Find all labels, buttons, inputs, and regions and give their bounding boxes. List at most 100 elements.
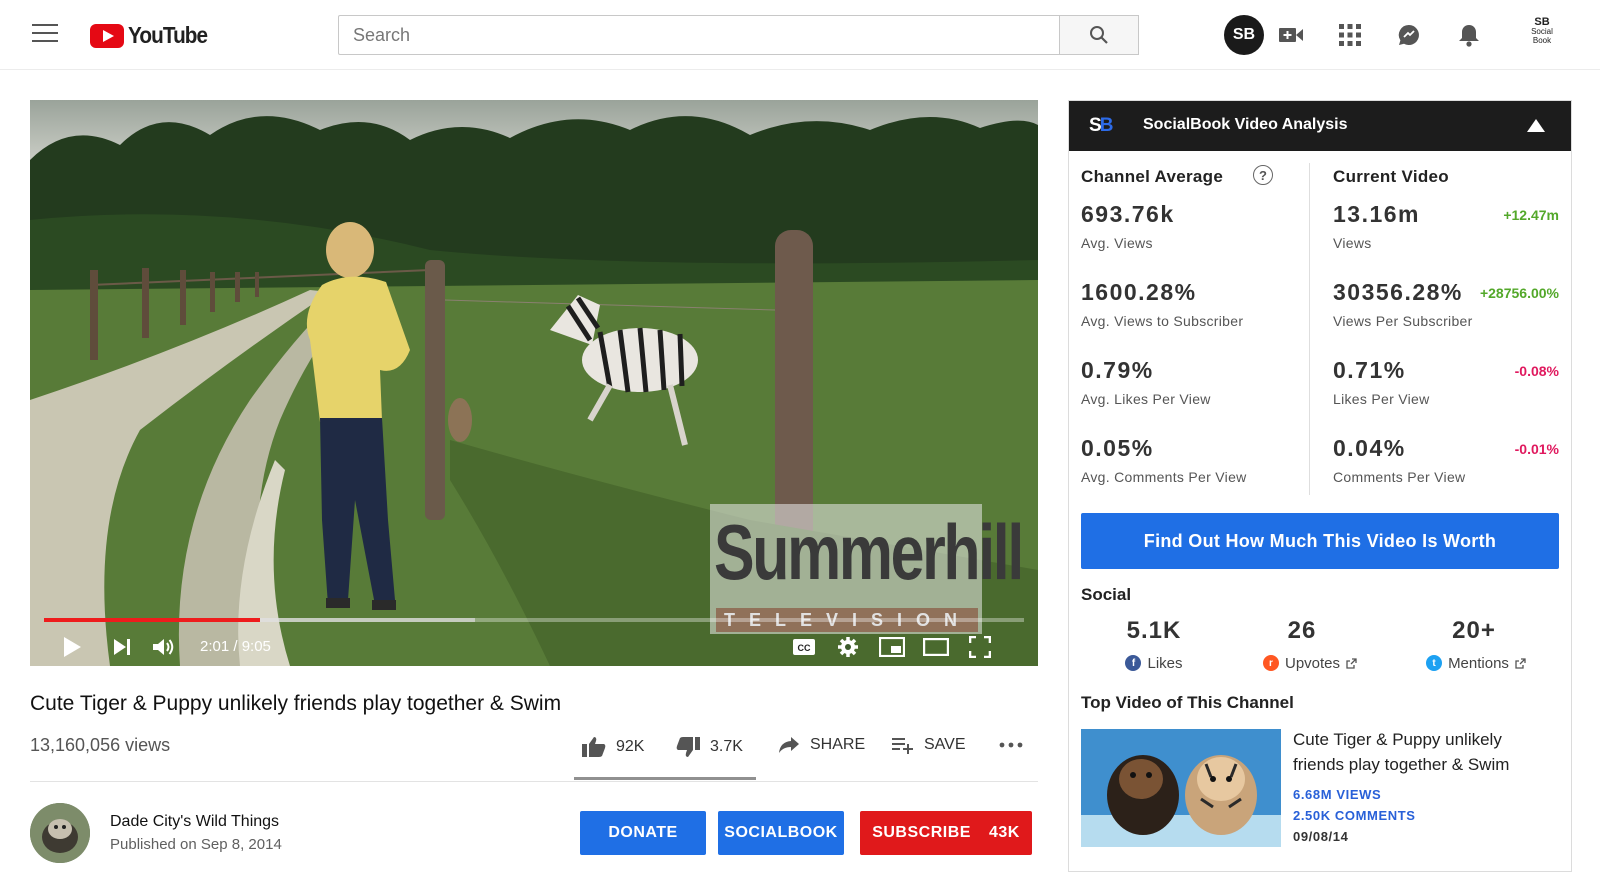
reddit-upvotes-link[interactable]: r Upvotes	[1235, 653, 1385, 673]
youtube-logo[interactable]: YouTube	[90, 22, 216, 49]
view-count: 13,160,056 views	[30, 735, 171, 755]
channel-average-heading: Channel Average	[1081, 167, 1224, 186]
notifications-bell-icon[interactable]	[1456, 22, 1482, 48]
search-button[interactable]	[1059, 15, 1139, 55]
youtube-play-icon	[90, 23, 124, 48]
volume-icon[interactable]	[150, 634, 178, 660]
socialbook-account-badge[interactable]: SB Social Book	[1520, 16, 1564, 54]
video-watermark: Summerhill TELEVISION	[710, 504, 1024, 634]
collapse-triangle-icon[interactable]	[1527, 119, 1545, 132]
apps-grid-icon[interactable]	[1337, 22, 1363, 48]
external-link-icon	[1346, 657, 1357, 669]
channel-stat-label: Avg. Comments Per View	[1081, 469, 1247, 485]
thumbs-up-icon	[582, 737, 606, 757]
captions-icon[interactable]: CC	[790, 634, 818, 660]
playlist-add-icon	[892, 738, 913, 754]
theater-mode-icon[interactable]	[922, 634, 950, 660]
current-stat-value: 13.16m	[1333, 201, 1421, 227]
channel-stat-value: 1600.28%	[1081, 279, 1197, 305]
panel-title: SocialBook Video Analysis	[1143, 116, 1348, 133]
top-video-date: 09/08/14	[1293, 829, 1349, 844]
next-icon[interactable]	[108, 634, 136, 660]
current-video-heading: Current Video	[1333, 167, 1449, 186]
time-display: 2:01 / 9:05	[200, 638, 271, 655]
socialbook-button[interactable]: SOCIALBOOK	[718, 811, 844, 855]
sentiment-bar	[574, 777, 756, 780]
current-stat-label: Comments Per View	[1333, 469, 1466, 485]
channel-stat-value: 693.76k	[1081, 201, 1175, 227]
channel-stat-value: 0.05%	[1081, 435, 1154, 461]
top-video-title[interactable]: Cute Tiger & Puppy unlikely friends play…	[1293, 727, 1553, 777]
current-stat-label: Likes Per View	[1333, 391, 1430, 407]
current-stat-value: 0.71%	[1333, 357, 1406, 383]
subscriber-count: 43K	[988, 824, 1020, 841]
external-link-icon	[1515, 657, 1526, 669]
channel-name[interactable]: Dade City's Wild Things	[110, 813, 279, 831]
miniplayer-icon[interactable]	[878, 634, 906, 660]
channel-stat-label: Avg. Likes Per View	[1081, 391, 1211, 407]
current-stat-delta: +28756.00%	[1479, 285, 1559, 301]
current-stat-label: Views	[1333, 235, 1372, 251]
video-player[interactable]: Summerhill TELEVISION 2:01 / 9:05 CC	[30, 100, 1038, 666]
publish-date: Published on Sep 8, 2014	[110, 836, 282, 853]
save-label: SAVE	[924, 736, 966, 753]
search-icon	[1090, 26, 1108, 44]
top-video-heading: Top Video of This Channel	[1081, 693, 1294, 712]
facebook-likes-link[interactable]: f Likes	[1079, 653, 1229, 673]
play-icon[interactable]	[58, 634, 86, 660]
twitter-mentions-link[interactable]: t Mentions	[1401, 653, 1551, 673]
socialbook-panel: SB SocialBook Video Analysis Channel Ave…	[1068, 100, 1572, 872]
socialbook-badge-text-2: Book	[1532, 36, 1552, 45]
youtube-logo-text: YouTube	[128, 22, 208, 48]
social-likes-label: Likes	[1147, 654, 1183, 672]
settings-gear-icon[interactable]	[834, 634, 862, 660]
messages-icon[interactable]	[1396, 22, 1422, 48]
social-mentions-label: Mentions	[1448, 654, 1509, 672]
progress-played	[44, 618, 260, 622]
social-likes-value: 5.1K	[1126, 617, 1182, 644]
like-count: 92K	[616, 738, 645, 755]
reddit-icon: r	[1262, 655, 1279, 671]
fullscreen-icon[interactable]	[966, 634, 994, 660]
current-stat-label: Views Per Subscriber	[1333, 313, 1473, 329]
progress-bar[interactable]	[44, 618, 1024, 622]
share-label: SHARE	[810, 736, 866, 753]
share-arrow-icon	[779, 737, 799, 753]
save-button[interactable]: SAVE	[892, 736, 966, 754]
social-upvotes-value: 26	[1287, 617, 1317, 644]
socialbook-badge-logo: SB	[1534, 16, 1550, 28]
social-heading: Social	[1081, 585, 1132, 604]
top-video-comments: 2.50K COMMENTS	[1293, 808, 1416, 823]
help-question-icon[interactable]: ?	[1253, 165, 1273, 185]
current-stat-delta: -0.08%	[1514, 363, 1559, 379]
facebook-icon: f	[1125, 655, 1142, 671]
svg-text:CC: CC	[798, 643, 811, 653]
hamburger-menu-icon[interactable]	[32, 24, 58, 46]
search-input[interactable]	[338, 15, 1059, 55]
video-worth-button[interactable]: Find Out How Much This Video Is Worth	[1081, 513, 1559, 569]
subscribe-button[interactable]: SUBSCRIBE 43K	[860, 811, 1032, 855]
thumbs-down-icon	[676, 737, 700, 757]
section-divider	[30, 781, 1038, 782]
search-bar	[338, 15, 1139, 55]
twitter-icon: t	[1426, 655, 1443, 671]
socialbook-avatar[interactable]: SB	[1224, 15, 1264, 55]
dislike-button[interactable]: 3.7K	[676, 736, 743, 758]
video-title: Cute Tiger & Puppy unlikely friends play…	[30, 692, 562, 715]
channel-stat-label: Avg. Views	[1081, 235, 1153, 251]
channel-stat-value: 0.79%	[1081, 357, 1154, 383]
top-video-thumbnail[interactable]	[1081, 729, 1281, 847]
current-stat-value: 0.04%	[1333, 435, 1406, 461]
like-button[interactable]: 92K	[582, 736, 644, 758]
more-actions-icon[interactable]	[998, 733, 1024, 757]
panel-header: SB SocialBook Video Analysis	[1069, 101, 1571, 151]
dislike-count: 3.7K	[710, 738, 743, 755]
current-stat-delta: +12.47m	[1503, 207, 1559, 223]
donate-button[interactable]: DONATE	[580, 811, 706, 855]
share-button[interactable]: SHARE	[778, 736, 865, 754]
channel-avatar[interactable]	[30, 803, 90, 863]
create-video-icon[interactable]	[1278, 22, 1304, 48]
top-video-views: 6.68M VIEWS	[1293, 787, 1382, 802]
column-divider	[1309, 163, 1310, 495]
player-controls: 2:01 / 9:05 CC	[30, 628, 1038, 666]
